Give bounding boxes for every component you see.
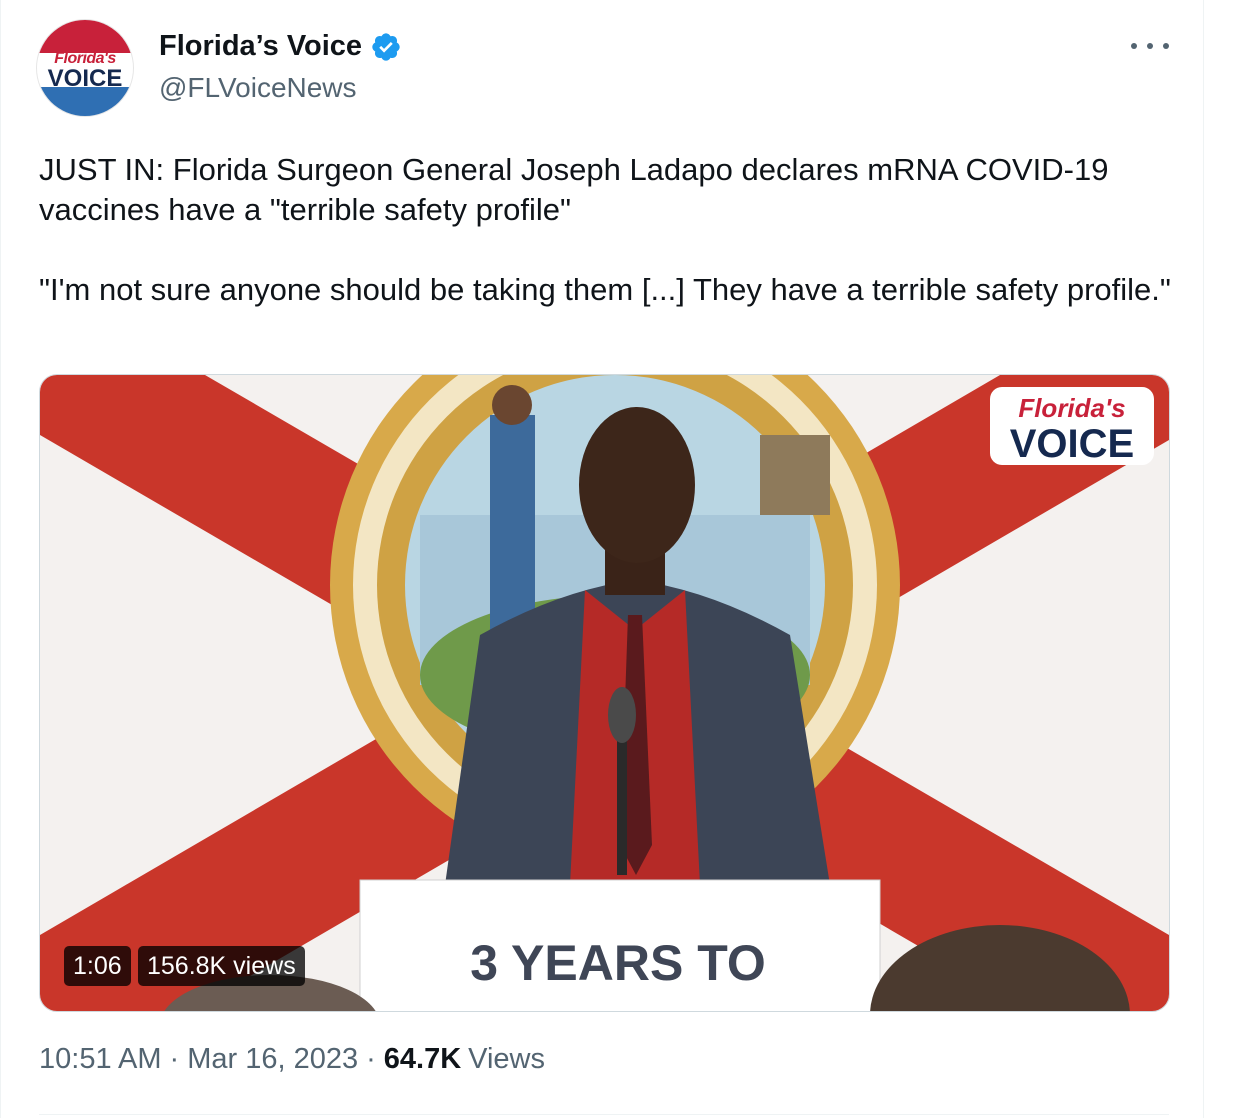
verified-badge-icon[interactable] bbox=[370, 31, 402, 63]
tweet-meta: 10:51 AM · Mar 16, 2023 · 64.7K Views bbox=[39, 1043, 545, 1076]
avatar-red-band bbox=[37, 20, 133, 53]
avatar-text-voice: VOICE bbox=[47, 65, 123, 92]
video-player[interactable]: 3 YEARS TO Florida's VOICE bbox=[39, 374, 1170, 1012]
dot bbox=[1147, 43, 1153, 49]
more-options-icon[interactable] bbox=[1131, 34, 1169, 58]
author-avatar[interactable]: Florida's VOICE bbox=[37, 20, 133, 116]
tweet: Florida's VOICE Florida’s Voice @FLVoice… bbox=[0, 0, 1204, 1118]
podium-sign: 3 YEARS TO bbox=[470, 935, 765, 991]
video-duration-badge: 1:06 bbox=[64, 946, 131, 986]
florida-voice-watermark: Florida's VOICE bbox=[990, 387, 1154, 466]
tweet-date[interactable]: Mar 16, 2023 bbox=[187, 1043, 358, 1076]
dot bbox=[1131, 43, 1137, 49]
video-frame: 3 YEARS TO Florida's VOICE bbox=[40, 375, 1169, 1011]
views-label: Views bbox=[468, 1043, 545, 1075]
dot bbox=[1163, 43, 1169, 49]
svg-text:Florida's: Florida's bbox=[1018, 393, 1125, 423]
separator: · bbox=[169, 1043, 180, 1075]
video-views-badge: 156.8K views bbox=[138, 946, 305, 986]
views-count[interactable]: 64.7K bbox=[384, 1043, 461, 1076]
tweet-text: JUST IN: Florida Surgeon General Joseph … bbox=[39, 152, 1171, 307]
tweet-time[interactable]: 10:51 AM bbox=[39, 1043, 162, 1076]
author-handle[interactable]: @FLVoiceNews bbox=[159, 72, 357, 104]
author-name-row: Florida’s Voice bbox=[159, 30, 402, 63]
divider bbox=[39, 1114, 1169, 1115]
separator: · bbox=[366, 1043, 376, 1075]
svg-text:VOICE: VOICE bbox=[1010, 422, 1134, 466]
author-name[interactable]: Florida’s Voice bbox=[159, 30, 362, 63]
